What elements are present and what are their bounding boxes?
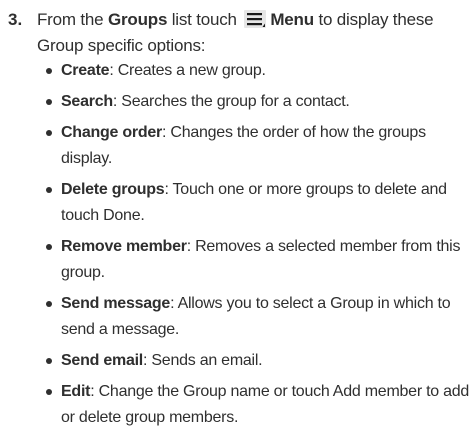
option-description: : Searches the group for a contact. xyxy=(112,93,350,110)
list-item-edit: Edit: Change the Group name or touch Add… xyxy=(46,379,470,431)
list-item-send-email: Send email: Sends an email. xyxy=(46,348,470,374)
option-description: : Creates a new group. xyxy=(109,62,266,79)
bullet-icon xyxy=(46,187,52,193)
bullet-icon xyxy=(46,389,52,395)
option-term: Delete groups xyxy=(61,181,165,198)
option-term: Edit xyxy=(61,383,91,400)
menu-label: Menu xyxy=(270,10,314,29)
list-item-search: Search: Searches the group for a contact… xyxy=(46,89,470,115)
step-text-intro: From the xyxy=(37,10,108,29)
groups-label: Groups xyxy=(107,10,168,29)
option-term: Create xyxy=(61,62,110,79)
bullet-icon xyxy=(46,358,52,364)
option-term: Remove member xyxy=(61,238,187,255)
bullet-icon xyxy=(46,99,52,105)
bullet-icon xyxy=(46,130,52,136)
step-text-list-touch: list touch xyxy=(167,10,242,29)
document-page: 3. From the Groups list touch Menu to di… xyxy=(0,0,474,426)
bullet-icon xyxy=(46,68,52,74)
option-term: Change order xyxy=(61,124,163,141)
step-instruction: From the Groups list touch Menu to displ… xyxy=(37,7,469,59)
step-number: 3. xyxy=(8,10,23,29)
option-description: : Sends an email. xyxy=(142,352,263,369)
list-item-create: Create: Creates a new group. xyxy=(46,58,470,84)
bullet-icon xyxy=(46,301,52,307)
list-item-send-message: Send message: Allows you to select a Gro… xyxy=(46,291,470,343)
option-term: Search xyxy=(61,93,113,110)
list-item-delete-groups: Delete groups: Touch one or more groups … xyxy=(46,177,470,229)
option-term: Send message xyxy=(61,295,171,312)
group-options-list: Create: Creates a new group. Search: Sea… xyxy=(46,58,470,436)
bullet-icon xyxy=(46,244,52,250)
list-item-remove-member: Remove member: Removes a selected member… xyxy=(46,234,470,286)
option-description: : Change the Group name or touch Add mem… xyxy=(61,383,470,426)
list-item-change-order: Change order: Changes the order of how t… xyxy=(46,120,470,172)
option-term: Send email xyxy=(61,352,143,369)
menu-icon xyxy=(244,10,267,28)
